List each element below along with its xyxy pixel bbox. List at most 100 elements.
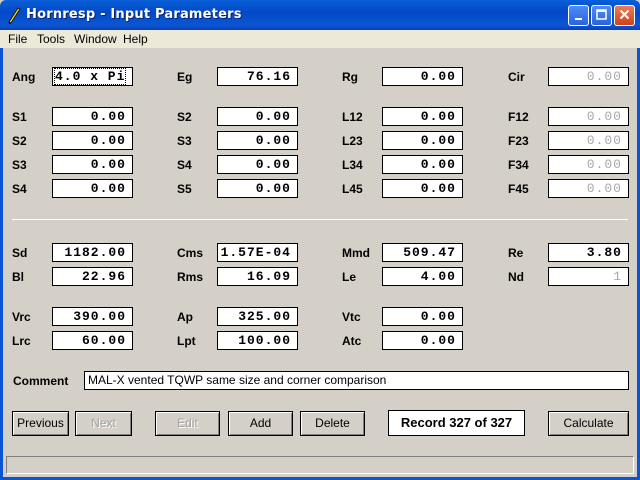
param-label-s2: S2 <box>177 110 192 124</box>
param-label-vtc: Vtc <box>342 310 361 324</box>
close-icon <box>619 9 630 20</box>
record-indicator: Record 327 of 327 <box>388 410 525 436</box>
param-field-rg[interactable]: 0.00 <box>382 67 463 86</box>
param-field-s3[interactable]: 0.00 <box>217 131 298 150</box>
param-label-eg: Eg <box>177 70 193 84</box>
param-field-cms[interactable]: 1.57E-04 <box>217 243 298 262</box>
param-label-s3: S3 <box>12 158 27 172</box>
param-label-s3: S3 <box>177 134 192 148</box>
param-label-s4: S4 <box>177 158 192 172</box>
param-label-rms: Rms <box>177 270 204 284</box>
delete-button[interactable]: Delete <box>300 411 365 436</box>
param-field-f34[interactable]: 0.00 <box>548 155 629 174</box>
param-label-s1: S1 <box>12 110 27 124</box>
param-field-s5[interactable]: 0.00 <box>217 179 298 198</box>
param-label-sd: Sd <box>12 246 28 260</box>
title-bar[interactable]: Hornresp - Input Parameters <box>0 0 640 30</box>
param-label-s2: S2 <box>12 134 27 148</box>
param-label-ap: Ap <box>177 310 193 324</box>
param-label-mmd: Mmd <box>342 246 370 260</box>
add-button[interactable]: Add <box>228 411 293 436</box>
minimize-icon <box>575 18 582 20</box>
param-label-f34: F34 <box>508 158 529 172</box>
menu-file[interactable]: File <box>8 32 27 46</box>
param-label-s5: S5 <box>177 182 192 196</box>
param-label-l23: L23 <box>342 134 363 148</box>
param-field-s4[interactable]: 0.00 <box>52 179 133 198</box>
param-field-s4[interactable]: 0.00 <box>217 155 298 174</box>
status-bar <box>6 456 634 474</box>
param-field-ang[interactable]: 4.0 x Pi <box>52 67 133 86</box>
param-label-rg: Rg <box>342 70 358 84</box>
param-field-nd[interactable]: 1 <box>548 267 629 286</box>
calculate-button[interactable]: Calculate <box>548 411 629 436</box>
param-field-rms[interactable]: 16.09 <box>217 267 298 286</box>
param-field-vrc[interactable]: 390.00 <box>52 307 133 326</box>
calculate-button-label: Calculate <box>563 416 614 430</box>
param-label-atc: Atc <box>342 334 362 348</box>
param-field-s3[interactable]: 0.00 <box>52 155 133 174</box>
param-field-lpt[interactable]: 100.00 <box>217 331 298 350</box>
app-pen-icon <box>8 7 21 24</box>
param-label-l45: L45 <box>342 182 363 196</box>
section-divider <box>12 219 628 220</box>
param-label-lrc: Lrc <box>12 334 31 348</box>
param-field-l34[interactable]: 0.00 <box>382 155 463 174</box>
param-label-le: Le <box>342 270 357 284</box>
param-field-re[interactable]: 3.80 <box>548 243 629 262</box>
param-label-bl: Bl <box>12 270 24 284</box>
menu-help[interactable]: Help <box>123 32 148 46</box>
minimize-button[interactable] <box>568 5 589 26</box>
param-label-f12: F12 <box>508 110 529 124</box>
param-field-l45[interactable]: 0.00 <box>382 179 463 198</box>
param-label-vrc: Vrc <box>12 310 31 324</box>
param-field-lrc[interactable]: 60.00 <box>52 331 133 350</box>
param-field-sd[interactable]: 1182.00 <box>52 243 133 262</box>
edit-button-label: Edit <box>177 416 198 430</box>
param-field-s2[interactable]: 0.00 <box>217 107 298 126</box>
menu-tools[interactable]: Tools <box>37 32 65 46</box>
param-label-l34: L34 <box>342 158 363 172</box>
maximize-icon <box>596 9 607 20</box>
param-field-value: 4.0 x Pi <box>53 68 127 85</box>
param-field-s2[interactable]: 0.00 <box>52 131 133 150</box>
param-field-le[interactable]: 4.00 <box>382 267 463 286</box>
next-button-label: Next <box>91 416 116 430</box>
param-label-ang: Ang <box>12 70 36 84</box>
delete-button-label: Delete <box>315 416 350 430</box>
previous-button-label: Previous <box>17 416 64 430</box>
param-label-cir: Cir <box>508 70 525 84</box>
previous-button[interactable]: Previous <box>12 411 69 436</box>
next-button[interactable]: Next <box>75 411 132 436</box>
menu-bar: File Tools Window Help <box>0 30 640 48</box>
param-label-f45: F45 <box>508 182 529 196</box>
param-field-vtc[interactable]: 0.00 <box>382 307 463 326</box>
add-button-label: Add <box>249 416 272 430</box>
param-field-mmd[interactable]: 509.47 <box>382 243 463 262</box>
param-label-l12: L12 <box>342 110 363 124</box>
param-label-nd: Nd <box>508 270 524 284</box>
param-label-s4: S4 <box>12 182 27 196</box>
param-label-f23: F23 <box>508 134 529 148</box>
param-field-l23[interactable]: 0.00 <box>382 131 463 150</box>
param-field-f45[interactable]: 0.00 <box>548 179 629 198</box>
param-field-atc[interactable]: 0.00 <box>382 331 463 350</box>
param-field-eg[interactable]: 76.16 <box>217 67 298 86</box>
maximize-button[interactable] <box>591 5 612 26</box>
window-title: Hornresp - Input Parameters <box>26 7 242 22</box>
param-field-ap[interactable]: 325.00 <box>217 307 298 326</box>
param-field-bl[interactable]: 22.96 <box>52 267 133 286</box>
menu-window[interactable]: Window <box>74 32 117 46</box>
param-field-s1[interactable]: 0.00 <box>52 107 133 126</box>
edit-button[interactable]: Edit <box>155 411 220 436</box>
close-button[interactable] <box>614 5 635 26</box>
param-label-lpt: Lpt <box>177 334 196 348</box>
comment-field[interactable]: MAL-X vented TQWP same size and corner c… <box>84 371 629 390</box>
param-field-f12[interactable]: 0.00 <box>548 107 629 126</box>
param-label-cms: Cms <box>177 246 204 260</box>
param-field-l12[interactable]: 0.00 <box>382 107 463 126</box>
param-field-f23[interactable]: 0.00 <box>548 131 629 150</box>
param-label-re: Re <box>508 246 524 260</box>
comment-label: Comment <box>13 374 69 388</box>
param-field-cir[interactable]: 0.00 <box>548 67 629 86</box>
